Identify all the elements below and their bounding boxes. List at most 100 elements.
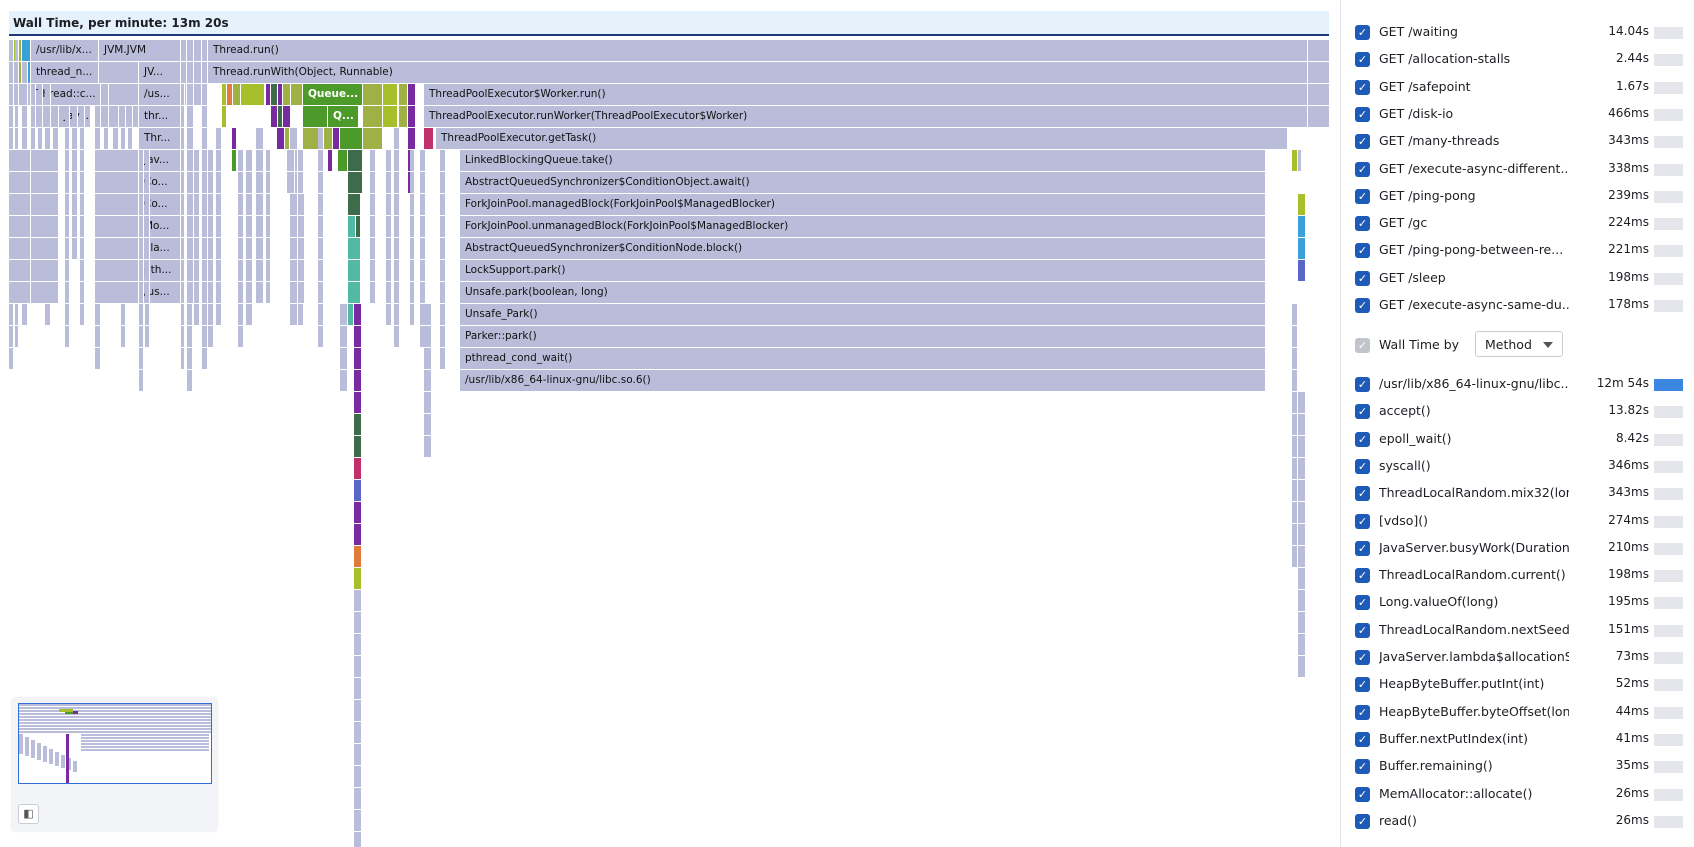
endpoint-row[interactable]: ✓ GET /ping-pong 239ms: [1355, 183, 1685, 210]
frame[interactable]: [187, 238, 194, 260]
frame[interactable]: [333, 128, 340, 150]
frame[interactable]: [394, 216, 400, 238]
frame[interactable]: [15, 128, 19, 150]
frame[interactable]: [386, 282, 392, 304]
frame[interactable]: [299, 194, 305, 216]
frame[interactable]: [408, 84, 416, 106]
method-row[interactable]: ✓ JavaServer.busyWork(Duration) 210ms: [1355, 535, 1685, 562]
frame[interactable]: [145, 172, 150, 194]
frame[interactable]: [1308, 84, 1330, 106]
frame[interactable]: [1292, 326, 1298, 348]
frame[interactable]: [1308, 40, 1330, 62]
frame[interactable]: [340, 348, 348, 370]
frame[interactable]: [121, 128, 126, 150]
frame[interactable]: [208, 282, 214, 304]
flamegraph[interactable]: Wall Time, per minute: 13m 20s /usr/lib/…: [0, 0, 1340, 847]
frame[interactable]: [104, 128, 109, 150]
frame[interactable]: [256, 128, 264, 150]
frame[interactable]: [424, 128, 434, 150]
frame[interactable]: [410, 260, 415, 282]
frame-run-worker[interactable]: ThreadPoolExecutor.runWorker(ThreadPoolE…: [424, 106, 1308, 128]
frame[interactable]: [15, 106, 19, 128]
frame[interactable]: [354, 370, 362, 392]
frame[interactable]: [65, 216, 70, 238]
frame[interactable]: [145, 304, 150, 326]
frame[interactable]: [354, 766, 362, 788]
frame[interactable]: [1292, 414, 1298, 436]
frame[interactable]: [15, 62, 19, 84]
frame[interactable]: [65, 128, 70, 150]
frame[interactable]: [246, 304, 253, 326]
frame[interactable]: [31, 260, 59, 282]
frame[interactable]: [256, 194, 264, 216]
minimap-viewport[interactable]: [18, 703, 212, 784]
frame[interactable]: [9, 194, 31, 216]
endpoint-row[interactable]: ✓ GET /waiting 14.04s: [1355, 19, 1685, 46]
frame[interactable]: [72, 172, 78, 194]
frame[interactable]: [99, 172, 139, 194]
frame[interactable]: [394, 326, 400, 348]
frame[interactable]: [187, 128, 194, 150]
frame[interactable]: [9, 260, 31, 282]
frame[interactable]: [424, 414, 432, 436]
frame[interactable]: [31, 84, 36, 106]
frame[interactable]: [194, 172, 200, 194]
frame[interactable]: [99, 216, 139, 238]
frame[interactable]: [202, 348, 208, 370]
method-checkbox[interactable]: ✓: [1355, 377, 1370, 392]
frame[interactable]: [370, 216, 376, 238]
frame[interactable]: [187, 304, 193, 326]
frame[interactable]: [299, 260, 305, 282]
frame[interactable]: [72, 128, 78, 150]
frame[interactable]: [318, 326, 324, 348]
frame[interactable]: [299, 238, 305, 260]
frame[interactable]: [208, 194, 214, 216]
frame[interactable]: [1292, 436, 1298, 458]
frame[interactable]: [354, 348, 362, 370]
frame[interactable]: [216, 216, 222, 238]
frame[interactable]: [283, 84, 291, 106]
frame[interactable]: [410, 238, 415, 260]
frame[interactable]: [187, 40, 194, 62]
frame[interactable]: [181, 106, 185, 128]
minimap[interactable]: ◧: [12, 698, 217, 831]
frame[interactable]: [440, 304, 446, 326]
frame[interactable]: [440, 216, 446, 238]
frame[interactable]: [65, 260, 70, 282]
frame[interactable]: [1298, 524, 1306, 546]
frame[interactable]: [370, 172, 376, 194]
frame[interactable]: [80, 304, 85, 326]
frame[interactable]: [99, 62, 139, 84]
frame[interactable]: [238, 238, 244, 260]
frame[interactable]: [31, 128, 36, 150]
frame[interactable]: [208, 304, 214, 326]
frame[interactable]: [80, 128, 85, 150]
frame[interactable]: [187, 348, 193, 370]
frame[interactable]: [208, 326, 214, 348]
frame[interactable]: [1298, 590, 1306, 612]
method-checkbox[interactable]: ✓: [1355, 404, 1370, 420]
frame[interactable]: [340, 370, 348, 392]
frame[interactable]: [1298, 634, 1306, 656]
frame[interactable]: [9, 326, 14, 348]
frame[interactable]: [386, 172, 392, 194]
frame[interactable]: [386, 216, 392, 238]
method-checkbox[interactable]: ✓: [1355, 595, 1370, 611]
frame[interactable]: [1298, 480, 1306, 502]
frame[interactable]: [354, 656, 362, 678]
frame[interactable]: [277, 128, 285, 150]
frame[interactable]: [31, 150, 59, 172]
frame-lbq-take[interactable]: LinkedBlockingQueue.take(): [460, 150, 1266, 172]
frame[interactable]: [216, 128, 222, 150]
frame[interactable]: [181, 194, 185, 216]
frame[interactable]: [238, 304, 244, 326]
frame[interactable]: [194, 194, 200, 216]
frame[interactable]: [1292, 304, 1298, 326]
frame[interactable]: [9, 62, 14, 84]
frame[interactable]: [340, 128, 363, 150]
frame[interactable]: [9, 304, 14, 326]
frame[interactable]: [181, 150, 185, 172]
frame[interactable]: [383, 106, 398, 128]
frame[interactable]: [145, 238, 150, 260]
frame[interactable]: [410, 150, 415, 172]
